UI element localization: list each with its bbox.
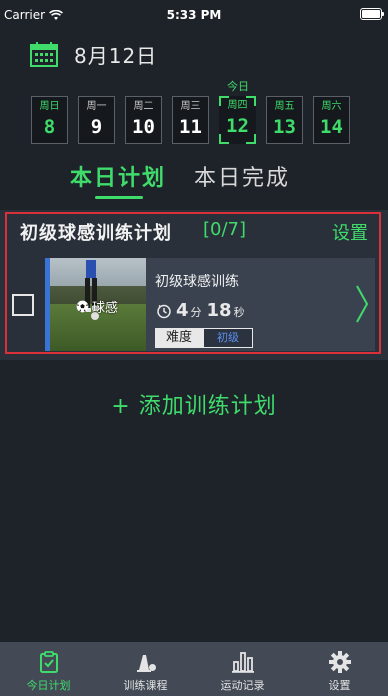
day-friday[interactable]: 周五 13	[266, 96, 303, 144]
week-selector: 周日 8 周一 9 周二 10 周三 11 周四 12 周五 13 周六 14	[31, 96, 350, 144]
day-number: 9	[90, 116, 103, 138]
day-number: 11	[179, 116, 202, 138]
tabbar-label: 运动记录	[220, 679, 265, 692]
day-number: 14	[320, 116, 343, 138]
add-training-plan-button[interactable]: + 添加训练计划	[0, 388, 388, 420]
thumbnail-tag-label: 球感	[92, 301, 119, 316]
soccer-ball-icon	[76, 300, 89, 313]
day-name: 周日	[39, 101, 60, 112]
difficulty-label: 难度	[155, 328, 203, 348]
gear-icon	[328, 651, 351, 673]
calendar-icon[interactable]	[30, 42, 58, 67]
cone-ball-icon	[136, 655, 156, 672]
plan-title: 初级球感训练计划	[20, 223, 172, 244]
thumbnail-tag: 球感	[76, 297, 118, 316]
plan-settings-button[interactable]: 设置	[332, 219, 368, 245]
day-sunday[interactable]: 周日 8	[31, 96, 68, 144]
status-bar: Carrier 5:33 PM	[0, 0, 388, 30]
plan-item-checkbox[interactable]	[12, 294, 34, 316]
day-name: 周六	[321, 101, 342, 112]
duration-seconds: 18	[206, 300, 232, 321]
chevron-right-icon[interactable]	[355, 284, 369, 324]
difficulty-badge: 难度 初级	[155, 328, 253, 348]
duration-seconds-unit: 秒	[233, 306, 245, 319]
day-number: 13	[273, 116, 296, 138]
tabbar-item-today-plan[interactable]: 今日计划	[0, 642, 97, 696]
difficulty-value: 初级	[203, 328, 253, 348]
training-thumbnail: 球感	[50, 258, 146, 351]
tab-today-plan[interactable]: 本日计划	[70, 160, 166, 192]
tabbar-item-courses[interactable]: 训练课程	[97, 642, 194, 696]
tabbar-label: 今日计划	[26, 679, 71, 692]
training-item-card[interactable]: 球感 初级球感训练 4 分 18 秒 难度 初级	[45, 258, 375, 351]
day-name: 周三	[180, 101, 201, 112]
day-wednesday[interactable]: 周三 11	[172, 96, 209, 144]
tabbar-label: 设置	[328, 679, 351, 692]
day-name: 周四	[227, 100, 248, 111]
training-info: 初级球感训练 4 分 18 秒 难度 初级	[146, 258, 375, 351]
training-duration: 4 分 18 秒	[156, 300, 248, 321]
day-name: 周五	[274, 101, 295, 112]
day-number: 8	[43, 116, 56, 138]
clock: 5:33 PM	[166, 8, 222, 22]
day-monday[interactable]: 周一 9	[78, 96, 115, 144]
date-header: 8月12日	[30, 40, 157, 69]
clipboard-check-icon	[39, 651, 58, 673]
bottom-tab-bar: 今日计划 训练课程 运动记录 设置	[0, 642, 388, 696]
day-thursday[interactable]: 周四 12	[219, 96, 256, 144]
training-title: 初级球感训练	[155, 274, 239, 290]
timer-icon	[157, 304, 171, 318]
today-marker: 今日	[227, 80, 249, 93]
tabbar-label: 训练课程	[123, 679, 168, 692]
active-tab-indicator	[95, 196, 143, 199]
tabbar-item-records[interactable]: 运动记录	[194, 642, 291, 696]
plan-progress-count: [0/7]	[203, 219, 247, 240]
current-date: 8月12日	[74, 44, 158, 68]
duration-minutes-unit: 分	[190, 306, 202, 319]
day-number: 10	[132, 116, 155, 138]
segment-tabs: 本日计划 本日完成	[70, 160, 290, 199]
day-saturday[interactable]: 周六 14	[313, 96, 350, 144]
day-tuesday[interactable]: 周二 10	[125, 96, 162, 144]
duration-minutes: 4	[176, 300, 189, 321]
day-name: 周二	[133, 101, 154, 112]
battery-icon	[360, 8, 384, 20]
bar-chart-icon	[231, 652, 254, 673]
tabbar-item-settings[interactable]: 设置	[291, 642, 388, 696]
tab-today-done[interactable]: 本日完成	[194, 160, 290, 192]
day-name: 周一	[86, 101, 107, 112]
